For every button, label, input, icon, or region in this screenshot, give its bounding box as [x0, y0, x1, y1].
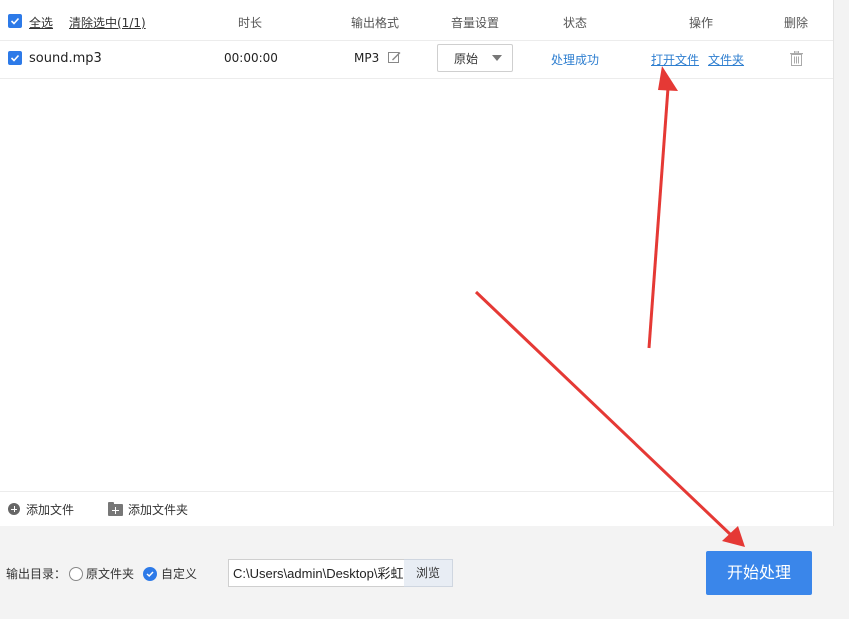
- edit-icon[interactable]: [388, 51, 401, 67]
- select-all-checkbox[interactable]: [8, 14, 22, 28]
- column-header-output-format: 输出格式: [351, 16, 400, 30]
- checkmark-icon: [146, 571, 154, 578]
- row-checkbox[interactable]: [8, 51, 22, 65]
- column-header-status: 状态: [563, 16, 588, 30]
- column-header-duration: 时长: [238, 16, 263, 30]
- radio-custom[interactable]: [143, 567, 157, 581]
- volume-dropdown[interactable]: 原始: [437, 44, 513, 72]
- browse-button[interactable]: 浏览: [404, 559, 453, 587]
- output-dir-label: 输出目录：: [6, 567, 67, 581]
- clear-selection-link[interactable]: 清除选中(1/1): [69, 14, 146, 31]
- row-duration: 00:00:00: [224, 51, 278, 65]
- checkmark-icon: [10, 17, 20, 25]
- column-header-volume: 音量设置: [451, 16, 500, 30]
- row-status: 处理成功: [551, 51, 599, 68]
- radio-original-folder-label[interactable]: 原文件夹: [86, 565, 134, 582]
- open-folder-link[interactable]: 文件夹: [708, 51, 744, 68]
- add-folder-button[interactable]: 添加文件夹: [128, 501, 188, 518]
- annotation-arrowhead-down: [722, 526, 745, 547]
- folder-plus-icon: [108, 502, 123, 516]
- column-header-delete: 删除: [784, 16, 809, 30]
- row-filename: sound.mp3: [29, 51, 102, 66]
- open-file-link[interactable]: 打开文件: [651, 51, 699, 68]
- plus-circle-icon: [8, 503, 20, 515]
- row-status-text: 处理成功: [551, 53, 600, 67]
- add-file-button[interactable]: 添加文件: [26, 501, 74, 518]
- output-path-field[interactable]: [228, 559, 406, 587]
- checkmark-icon: [10, 54, 20, 62]
- start-processing-button[interactable]: 开始处理: [706, 551, 812, 595]
- column-header-actions: 操作: [689, 16, 714, 30]
- chevron-down-icon: [492, 55, 502, 61]
- table-row[interactable]: sound.mp3 00:00:00 MP3 处理成功 打开文件 文件夹: [0, 40, 833, 79]
- radio-original-folder[interactable]: [69, 567, 83, 581]
- table-header: 全选 清除选中(1/1) 时长 输出格式 音量设置 状态 操作 删除: [0, 0, 833, 41]
- volume-dropdown-value: 原始: [454, 52, 479, 66]
- select-all-link[interactable]: 全选: [29, 14, 53, 31]
- list-toolbar: 添加文件 添加文件夹: [0, 491, 833, 526]
- radio-custom-label[interactable]: 自定义: [161, 565, 197, 582]
- row-format: MP3: [354, 51, 380, 65]
- file-list-panel: 全选 清除选中(1/1) 时长 输出格式 音量设置 状态 操作 删除 sound…: [0, 0, 834, 526]
- output-path-input[interactable]: [229, 560, 405, 584]
- trash-icon[interactable]: [790, 50, 803, 69]
